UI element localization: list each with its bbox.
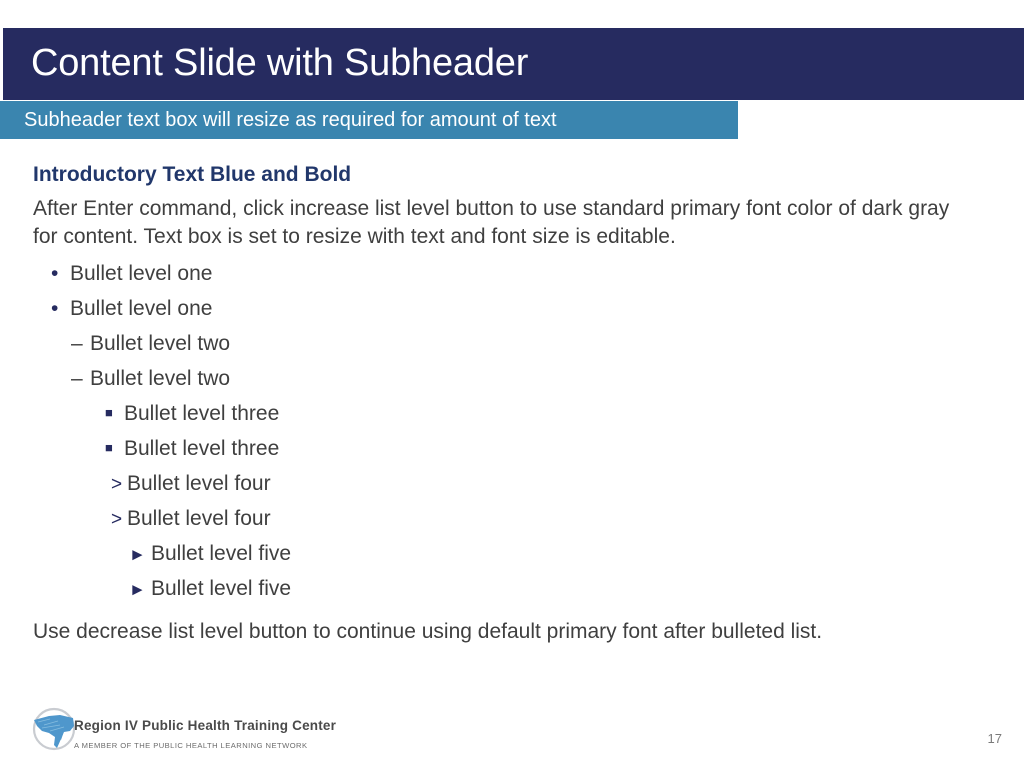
bullet-item-label: Bullet level two: [90, 331, 231, 355]
bullet-chevron-icon: >: [111, 509, 123, 531]
bullet-triangle-icon: ►: [129, 545, 146, 565]
bullet-item-level-1: • Bullet level one: [33, 256, 963, 291]
logo-title: Region IV Public Health Training Center: [74, 718, 337, 733]
bullet-item-label: Bullet level five: [151, 542, 292, 566]
organization-logo: Region IV Public Health Training Center …: [30, 704, 336, 756]
slide-subheader-bar: Subheader text box will resize as requir…: [0, 101, 738, 139]
logo-subtitle: A MEMBER OF THE PUBLIC HEALTH LEARNING N…: [74, 741, 308, 750]
presentation-slide: Content Slide with Subheader Subheader t…: [0, 0, 1024, 768]
bullet-dash-icon: –: [71, 331, 83, 355]
bullet-item-level-3: ■ Bullet level three: [33, 396, 963, 431]
bullet-dash-icon: –: [71, 367, 83, 391]
bullet-list: • Bullet level one • Bullet level one – Bulle…: [33, 256, 963, 607]
bullet-item-label: Bullet level four: [127, 472, 271, 496]
bullet-square-icon: ■: [105, 440, 113, 456]
bullet-item-level-5: ► Bullet level five: [33, 571, 963, 606]
bullet-item-label: Bullet level three: [124, 402, 280, 426]
slide-subheader: Subheader text box will resize as requir…: [24, 109, 557, 131]
bullet-item-level-1: • Bullet level one: [33, 291, 963, 326]
closing-paragraph: Use decrease list level button to contin…: [33, 620, 823, 644]
bullet-item-level-2: – Bullet level two: [33, 326, 963, 361]
page-number: 17: [987, 731, 1002, 746]
slide-title-bar: Content Slide with Subheader: [3, 28, 1024, 100]
bullet-item-label: Bullet level one: [70, 261, 213, 285]
bullet-item-label: Bullet level two: [90, 367, 231, 391]
bullet-item-level-4: > Bullet level four: [33, 501, 963, 536]
bullet-item-label: Bullet level one: [70, 296, 213, 320]
bullet-item-level-4: > Bullet level four: [33, 466, 963, 501]
bullet-square-icon: ■: [105, 405, 113, 421]
bullet-triangle-icon: ►: [129, 580, 146, 600]
bullet-item-label: Bullet level four: [127, 507, 271, 531]
slide-title: Content Slide with Subheader: [31, 42, 529, 85]
bullet-dot-icon: •: [51, 261, 59, 285]
intro-paragraph: After Enter command, click increase list…: [33, 197, 950, 248]
bullet-item-label: Bullet level five: [151, 577, 292, 601]
intro-heading: Introductory Text Blue and Bold: [33, 163, 352, 186]
us-map-globe-icon: [30, 704, 80, 754]
slide-content: Introductory Text Blue and Bold After En…: [33, 162, 963, 646]
bullet-item-level-2: – Bullet level two: [33, 361, 963, 396]
bullet-item-label: Bullet level three: [124, 437, 280, 461]
logo-text-block: Region IV Public Health Training Center …: [74, 717, 336, 753]
bullet-chevron-icon: >: [111, 474, 123, 496]
bullet-item-level-3: ■ Bullet level three: [33, 431, 963, 466]
bullet-item-level-5: ► Bullet level five: [33, 536, 963, 571]
bullet-dot-icon: •: [51, 296, 59, 320]
